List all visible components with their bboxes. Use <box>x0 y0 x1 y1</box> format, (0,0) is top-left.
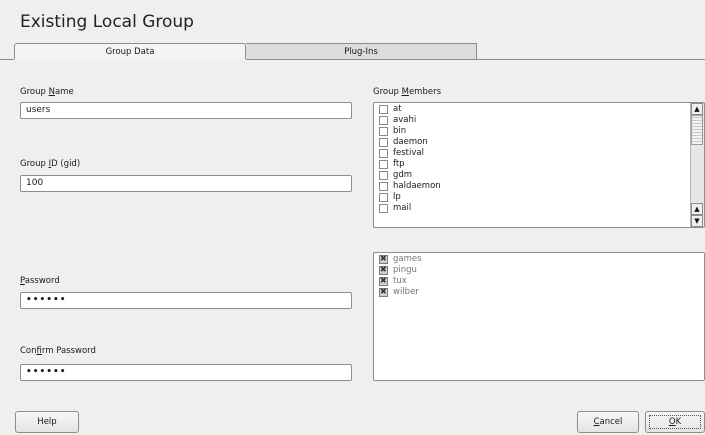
tab-baseline-right <box>246 59 705 60</box>
cancel-button[interactable]: Cancel <box>577 411 639 433</box>
member-checkbox[interactable] <box>379 171 388 180</box>
checked-disabled-checkbox <box>379 254 388 264</box>
list-item[interactable]: bin <box>374 126 690 137</box>
group-name-input[interactable]: users <box>20 102 352 119</box>
member-checkbox[interactable] <box>379 116 388 125</box>
help-button[interactable]: Help <box>15 411 79 433</box>
group-members-items: at avahi bin daemon festival ftp gdm hal… <box>374 104 690 214</box>
ok-button[interactable]: OK <box>645 411 705 433</box>
list-item: wilber <box>374 287 704 298</box>
member-checkbox[interactable] <box>379 149 388 158</box>
window-title: Existing Local Group <box>20 12 194 32</box>
more-users-list[interactable]: games pingu tux wilber <box>373 252 705 381</box>
member-checkbox[interactable] <box>379 105 388 114</box>
group-members-list[interactable]: at avahi bin daemon festival ftp gdm hal… <box>373 102 705 228</box>
list-item[interactable]: avahi <box>374 115 690 126</box>
member-checkbox[interactable] <box>379 138 388 147</box>
scroll-down-icon[interactable]: ▼ <box>691 215 703 227</box>
group-id-input[interactable]: 100 <box>20 175 352 192</box>
list-item[interactable]: mail <box>374 203 690 214</box>
list-item[interactable]: festival <box>374 148 690 159</box>
group-name-label: Group Name <box>20 87 74 97</box>
confirm-password-input[interactable]: •••••• <box>20 364 352 381</box>
members-scrollbar[interactable]: ▲ ▲ ▼ <box>690 103 704 227</box>
checked-disabled-checkbox <box>379 276 388 286</box>
list-item[interactable]: haldaemon <box>374 181 690 192</box>
member-checkbox[interactable] <box>379 127 388 136</box>
list-item[interactable]: at <box>374 104 690 115</box>
list-item: games <box>374 254 704 265</box>
group-members-label: Group Members <box>373 87 441 97</box>
member-checkbox[interactable] <box>379 204 388 213</box>
confirm-password-label: Confirm Password <box>20 346 96 356</box>
checked-disabled-checkbox <box>379 287 388 297</box>
member-checkbox[interactable] <box>379 193 388 202</box>
ok-button-focus-ring: OK <box>649 415 701 429</box>
checked-disabled-checkbox <box>379 265 388 275</box>
group-id-label: Group ID (gid) <box>20 159 81 169</box>
list-item: pingu <box>374 265 704 276</box>
tab-group-data[interactable]: Group Data <box>14 43 246 59</box>
scrollbar-thumb[interactable] <box>691 115 703 145</box>
scroll-up-icon[interactable]: ▲ <box>691 203 703 215</box>
tab-plug-ins[interactable]: Plug-Ins <box>246 43 477 59</box>
member-checkbox[interactable] <box>379 182 388 191</box>
list-item[interactable]: ftp <box>374 159 690 170</box>
tab-baseline-left <box>0 59 14 60</box>
list-item[interactable]: gdm <box>374 170 690 181</box>
member-checkbox[interactable] <box>379 160 388 169</box>
password-input[interactable]: •••••• <box>20 292 352 309</box>
list-item: tux <box>374 276 704 287</box>
more-users-items: games pingu tux wilber <box>374 254 704 298</box>
scroll-up-icon[interactable]: ▲ <box>691 103 703 115</box>
list-item[interactable]: lp <box>374 192 690 203</box>
password-label: Password <box>20 276 60 286</box>
list-item[interactable]: daemon <box>374 137 690 148</box>
